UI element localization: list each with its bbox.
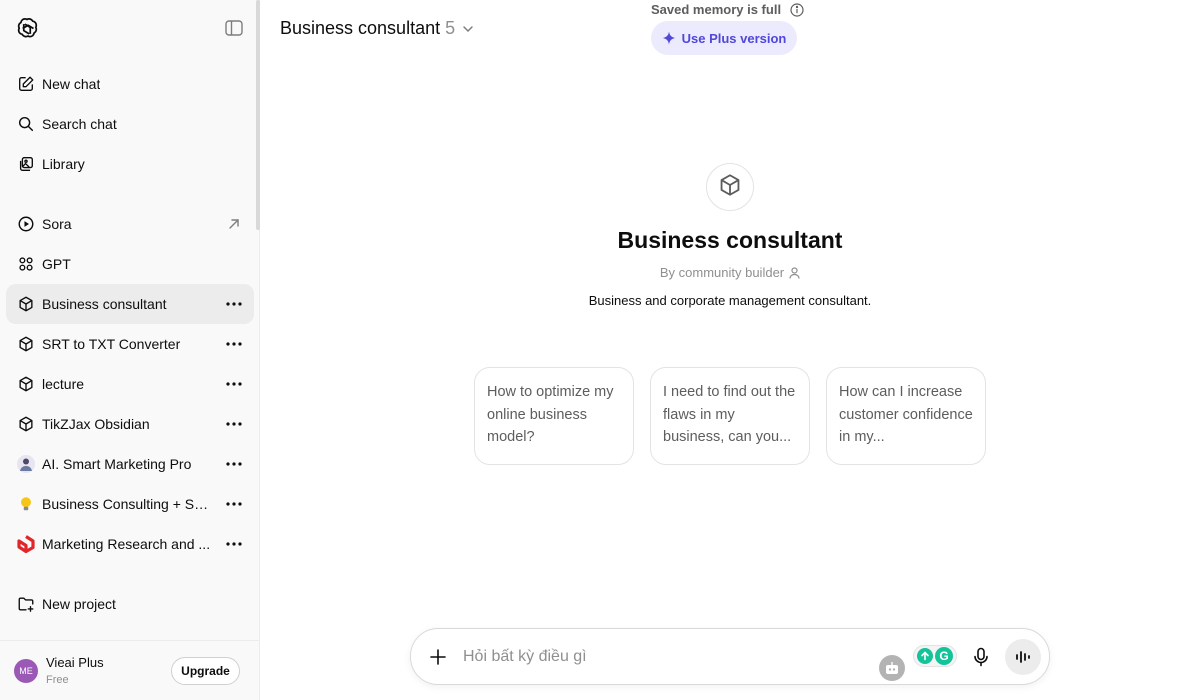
sidebar-item-label: Library — [42, 156, 85, 172]
more-options-icon[interactable] — [224, 454, 244, 474]
sidebar-scrollbar[interactable] — [256, 0, 260, 230]
upgrade-button[interactable]: Upgrade — [171, 657, 240, 685]
lightbulb-icon — [16, 494, 36, 514]
arrow-up-icon — [917, 648, 933, 664]
version-number: 5 — [445, 18, 456, 38]
more-options-icon[interactable] — [224, 294, 244, 314]
voice-mode-icon[interactable] — [1005, 639, 1041, 675]
microphone-icon[interactable] — [970, 646, 992, 668]
avatar-image-icon — [16, 454, 36, 474]
user-plan: Free — [46, 674, 69, 686]
more-options-icon[interactable] — [224, 374, 244, 394]
more-options-icon[interactable] — [224, 494, 244, 514]
sidebar-item-label: Marketing Research and ... — [42, 536, 211, 552]
sidebar-item-gpt[interactable]: GPT — [6, 244, 254, 284]
starter-text: How to optimize my online business model… — [487, 384, 614, 445]
cube-icon — [16, 294, 36, 314]
cube-icon — [16, 374, 36, 394]
sidebar-item-label: Search chat — [42, 116, 117, 132]
red-logo-icon — [16, 534, 36, 554]
message-input[interactable] — [463, 645, 843, 669]
external-link-arrow-icon — [226, 216, 242, 232]
conversation-starter[interactable]: How to optimize my online business model… — [474, 367, 634, 465]
grammar-g-icon: G — [935, 647, 953, 665]
gpt-author-text: By community builder — [659, 265, 785, 280]
pencil-square-icon — [16, 74, 36, 94]
sidebar-item-label: Business consultant — [42, 296, 167, 312]
cube-icon — [717, 172, 743, 203]
partially-hidden-sidebar-item — [16, 633, 96, 640]
conversation-starter[interactable]: I need to find out the flaws in my busin… — [650, 367, 810, 465]
gpt-avatar — [706, 163, 754, 211]
search-icon — [16, 114, 36, 134]
info-icon[interactable] — [790, 2, 804, 17]
grammar-extension-badge[interactable]: G — [913, 645, 957, 667]
sidebar-gpt-item[interactable]: SRT to TXT Converter — [6, 324, 254, 364]
sidebar: New chat Search chat Library Sora GPT Bu — [0, 0, 260, 700]
sparkle-icon — [662, 31, 676, 45]
add-attachment-icon[interactable] — [427, 646, 449, 668]
page-title: Business consultant — [280, 18, 441, 38]
starter-text: How can I increase customer confidence i… — [839, 384, 973, 445]
play-circle-icon — [16, 214, 36, 234]
gpt-author: By community builder — [430, 265, 1030, 280]
sidebar-item-label: TikZJax Obsidian — [42, 416, 150, 432]
more-options-icon[interactable] — [224, 414, 244, 434]
sidebar-item-label: Sora — [42, 216, 72, 232]
sidebar-gpt-item[interactable]: TikZJax Obsidian — [6, 404, 254, 444]
sidebar-item-label: lecture — [42, 376, 85, 392]
sidebar-item-label: New project — [42, 596, 116, 612]
memory-notice: Saved memory is full — [651, 2, 804, 17]
cube-icon — [16, 334, 36, 354]
sidebar-item-label: GPT — [42, 256, 71, 272]
starter-text: I need to find out the flaws in my busin… — [663, 384, 796, 445]
sidebar-gpt-item[interactable]: Business consultant — [6, 284, 254, 324]
gpt-description: Business and corporate management consul… — [588, 293, 872, 308]
sidebar-item-search-chat[interactable]: Search chat — [6, 104, 254, 144]
sidebar-toggle-button[interactable] — [222, 16, 246, 40]
grid-icon — [16, 254, 36, 274]
user-name[interactable]: Vieai Plus — [46, 655, 104, 670]
chevron-down-icon — [461, 22, 475, 36]
sidebar-gpt-item[interactable]: Business Consulting + Str... — [6, 484, 254, 524]
sidebar-item-sora[interactable]: Sora — [6, 204, 254, 244]
sidebar-footer: ME Vieai Plus Free Upgrade — [0, 640, 259, 700]
folder-plus-icon — [16, 594, 36, 614]
sidebar-gpt-item[interactable]: AI. Smart Marketing Pro — [6, 444, 254, 484]
sidebar-item-label: SRT to TXT Converter — [42, 336, 181, 352]
sidebar-item-new-chat[interactable]: New chat — [6, 64, 254, 104]
library-icon — [16, 154, 36, 174]
more-options-icon[interactable] — [224, 534, 244, 554]
memory-notice-text: Saved memory is full — [651, 2, 782, 17]
conversation-starter[interactable]: How can I increase customer confidence i… — [826, 367, 986, 465]
sidebar-item-new-project[interactable]: New project — [6, 584, 254, 624]
sidebar-item-label: New chat — [42, 76, 101, 92]
robot-icon[interactable] — [879, 655, 905, 681]
person-icon — [789, 266, 800, 279]
use-plus-button[interactable]: Use Plus version — [651, 21, 797, 55]
cube-icon — [16, 414, 36, 434]
sidebar-gpt-item[interactable]: lecture — [6, 364, 254, 404]
use-plus-label: Use Plus version — [681, 30, 787, 46]
sidebar-gpt-item[interactable]: Marketing Research and ... — [6, 524, 254, 564]
sidebar-item-label: AI. Smart Marketing Pro — [42, 456, 192, 472]
more-options-icon[interactable] — [224, 334, 244, 354]
sidebar-item-library[interactable]: Library — [6, 144, 254, 184]
gpt-selector[interactable]: Business consultant 5 — [280, 18, 475, 39]
composer: G — [410, 628, 1050, 685]
avatar[interactable]: ME — [14, 659, 38, 683]
gpt-name: Business consultant — [617, 227, 843, 253]
openai-logo-icon[interactable] — [14, 16, 40, 42]
sidebar-item-label: Business Consulting + Str... — [42, 496, 212, 512]
